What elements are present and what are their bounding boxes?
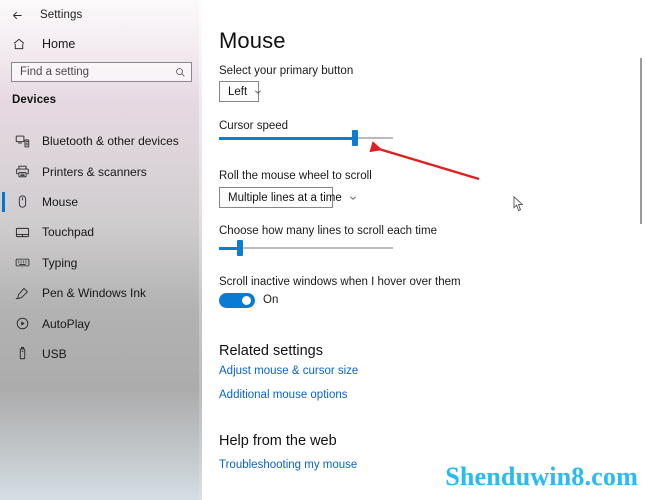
slider-fill: [219, 136, 355, 140]
sidebar-item-bluetooth-other-devices[interactable]: Bluetooth & other devices: [0, 126, 202, 156]
help-from-web-header: Help from the web: [219, 433, 337, 449]
sidebar-nav: Bluetooth & other devices Printers & sca…: [0, 126, 202, 369]
sidebar: Settings Home Devic: [0, 0, 202, 500]
mouse-pointer-cursor: [513, 196, 524, 212]
link-troubleshooting-my-mouse[interactable]: Troubleshooting my mouse: [219, 459, 357, 471]
sidebar-item-pen-windows-ink[interactable]: Pen & Windows Ink: [0, 278, 202, 308]
link-additional-mouse-options[interactable]: Additional mouse options: [219, 389, 348, 401]
main-content: Mouse Select your primary button Left Cu…: [202, 0, 646, 500]
selection-indicator: [2, 191, 5, 212]
sidebar-item-touchpad[interactable]: Touchpad: [0, 217, 202, 247]
keyboard-icon: [12, 253, 32, 273]
sidebar-item-label: USB: [42, 346, 67, 361]
home-icon: [12, 37, 34, 51]
slider-track: [219, 247, 393, 249]
printer-icon: [12, 162, 32, 182]
sidebar-item-label: Printers & scanners: [42, 164, 147, 179]
primary-button-dropdown[interactable]: Left: [219, 81, 262, 102]
mouse-icon: [12, 192, 32, 212]
sidebar-item-home[interactable]: Home: [0, 30, 202, 58]
primary-button-label: Select your primary button: [219, 65, 354, 77]
search-box[interactable]: [11, 62, 192, 82]
sidebar-item-label: Touchpad: [42, 225, 95, 240]
wheel-scroll-value: Multiple lines at a time: [228, 191, 342, 204]
usb-icon: [12, 344, 32, 364]
wheel-scroll-dropdown[interactable]: Multiple lines at a time: [219, 187, 356, 208]
sidebar-item-label: AutoPlay: [42, 316, 91, 331]
link-adjust-mouse-cursor-size[interactable]: Adjust mouse & cursor size: [219, 365, 358, 377]
lines-to-scroll-label: Choose how many lines to scroll each tim…: [219, 225, 437, 237]
page-title: Mouse: [219, 28, 286, 53]
window-title: Settings: [40, 9, 83, 21]
toggle-knob: [242, 296, 251, 305]
back-arrow-icon[interactable]: [0, 1, 34, 29]
inactive-scroll-label: Scroll inactive windows when I hover ove…: [219, 276, 461, 288]
sidebar-titlebar: Settings: [0, 0, 202, 30]
watermark: Shenduwin8.com: [445, 462, 638, 491]
search-container: [11, 62, 192, 82]
search-input[interactable]: [20, 66, 175, 78]
cursor-speed-slider[interactable]: [219, 130, 393, 146]
sidebar-item-usb[interactable]: USB: [0, 339, 202, 369]
chevron-down-icon: [349, 194, 357, 202]
lines-to-scroll-slider[interactable]: [219, 240, 393, 256]
related-settings-header: Related settings: [219, 343, 323, 359]
sidebar-item-label: Mouse: [42, 194, 79, 209]
autoplay-icon: [12, 314, 32, 334]
search-icon[interactable]: [175, 67, 186, 78]
sidebar-item-mouse[interactable]: Mouse: [0, 187, 202, 217]
primary-button-value: Left: [228, 85, 248, 98]
settings-window: Settings Home Devic: [0, 0, 646, 500]
pen-icon: [12, 283, 32, 303]
sidebar-item-label: Bluetooth & other devices: [42, 134, 179, 149]
chevron-down-icon: [254, 88, 262, 96]
sidebar-item-label: Typing: [42, 255, 78, 270]
sidebar-item-printers-scanners[interactable]: Printers & scanners: [0, 156, 202, 186]
sidebar-section-header: Devices: [12, 94, 57, 106]
bluetooth-devices-icon: [12, 131, 32, 151]
inactive-scroll-state: On: [263, 294, 279, 306]
sidebar-item-typing[interactable]: Typing: [0, 248, 202, 278]
inactive-scroll-toggle[interactable]: [219, 293, 255, 308]
slider-thumb[interactable]: [351, 130, 358, 146]
touchpad-icon: [12, 222, 32, 242]
sidebar-home-label: Home: [42, 37, 76, 51]
wheel-scroll-label: Roll the mouse wheel to scroll: [219, 170, 372, 182]
sidebar-item-label: Pen & Windows Ink: [42, 286, 147, 301]
slider-thumb[interactable]: [236, 240, 243, 256]
sidebar-item-autoplay[interactable]: AutoPlay: [0, 308, 202, 338]
scrollbar-thumb[interactable]: [640, 58, 642, 224]
